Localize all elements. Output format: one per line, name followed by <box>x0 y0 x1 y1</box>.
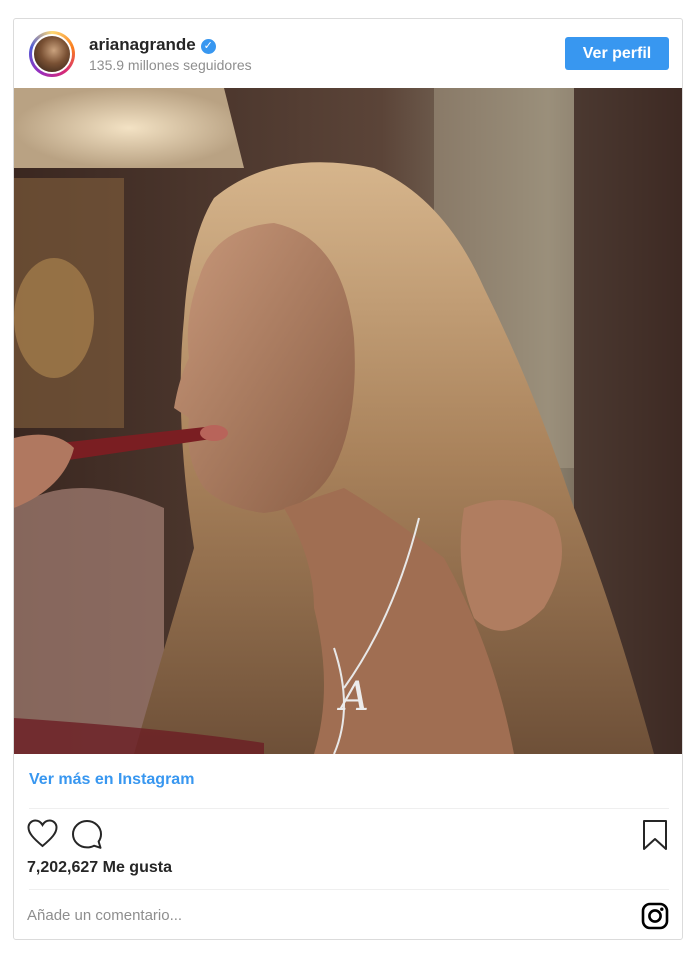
username-label: arianagrande <box>89 35 196 54</box>
view-more-link[interactable]: Ver más en Instagram <box>29 771 194 789</box>
heart-icon[interactable] <box>27 819 58 853</box>
post-header: arianagrande ✓ 135.9 millones seguidores … <box>14 19 682 88</box>
likes-count: 7,202,627 Me gusta <box>27 859 172 876</box>
comment-input[interactable] <box>27 903 627 927</box>
divider <box>29 808 669 809</box>
followers-count: 135.9 millones seguidores <box>89 57 252 73</box>
view-profile-button[interactable]: Ver perfil <box>565 37 669 70</box>
instagram-logo-icon[interactable] <box>641 902 669 935</box>
verified-badge-icon: ✓ <box>200 39 216 54</box>
comment-icon[interactable] <box>71 819 103 856</box>
username-link[interactable]: arianagrande ✓ <box>89 35 216 55</box>
avatar-photo <box>32 34 72 74</box>
avatar[interactable] <box>29 31 75 77</box>
instagram-embed-card: arianagrande ✓ 135.9 millones seguidores … <box>13 18 683 940</box>
divider <box>29 889 669 890</box>
svg-text:A: A <box>336 674 369 720</box>
bookmark-icon[interactable] <box>642 819 668 856</box>
post-photo[interactable]: A <box>14 88 682 754</box>
